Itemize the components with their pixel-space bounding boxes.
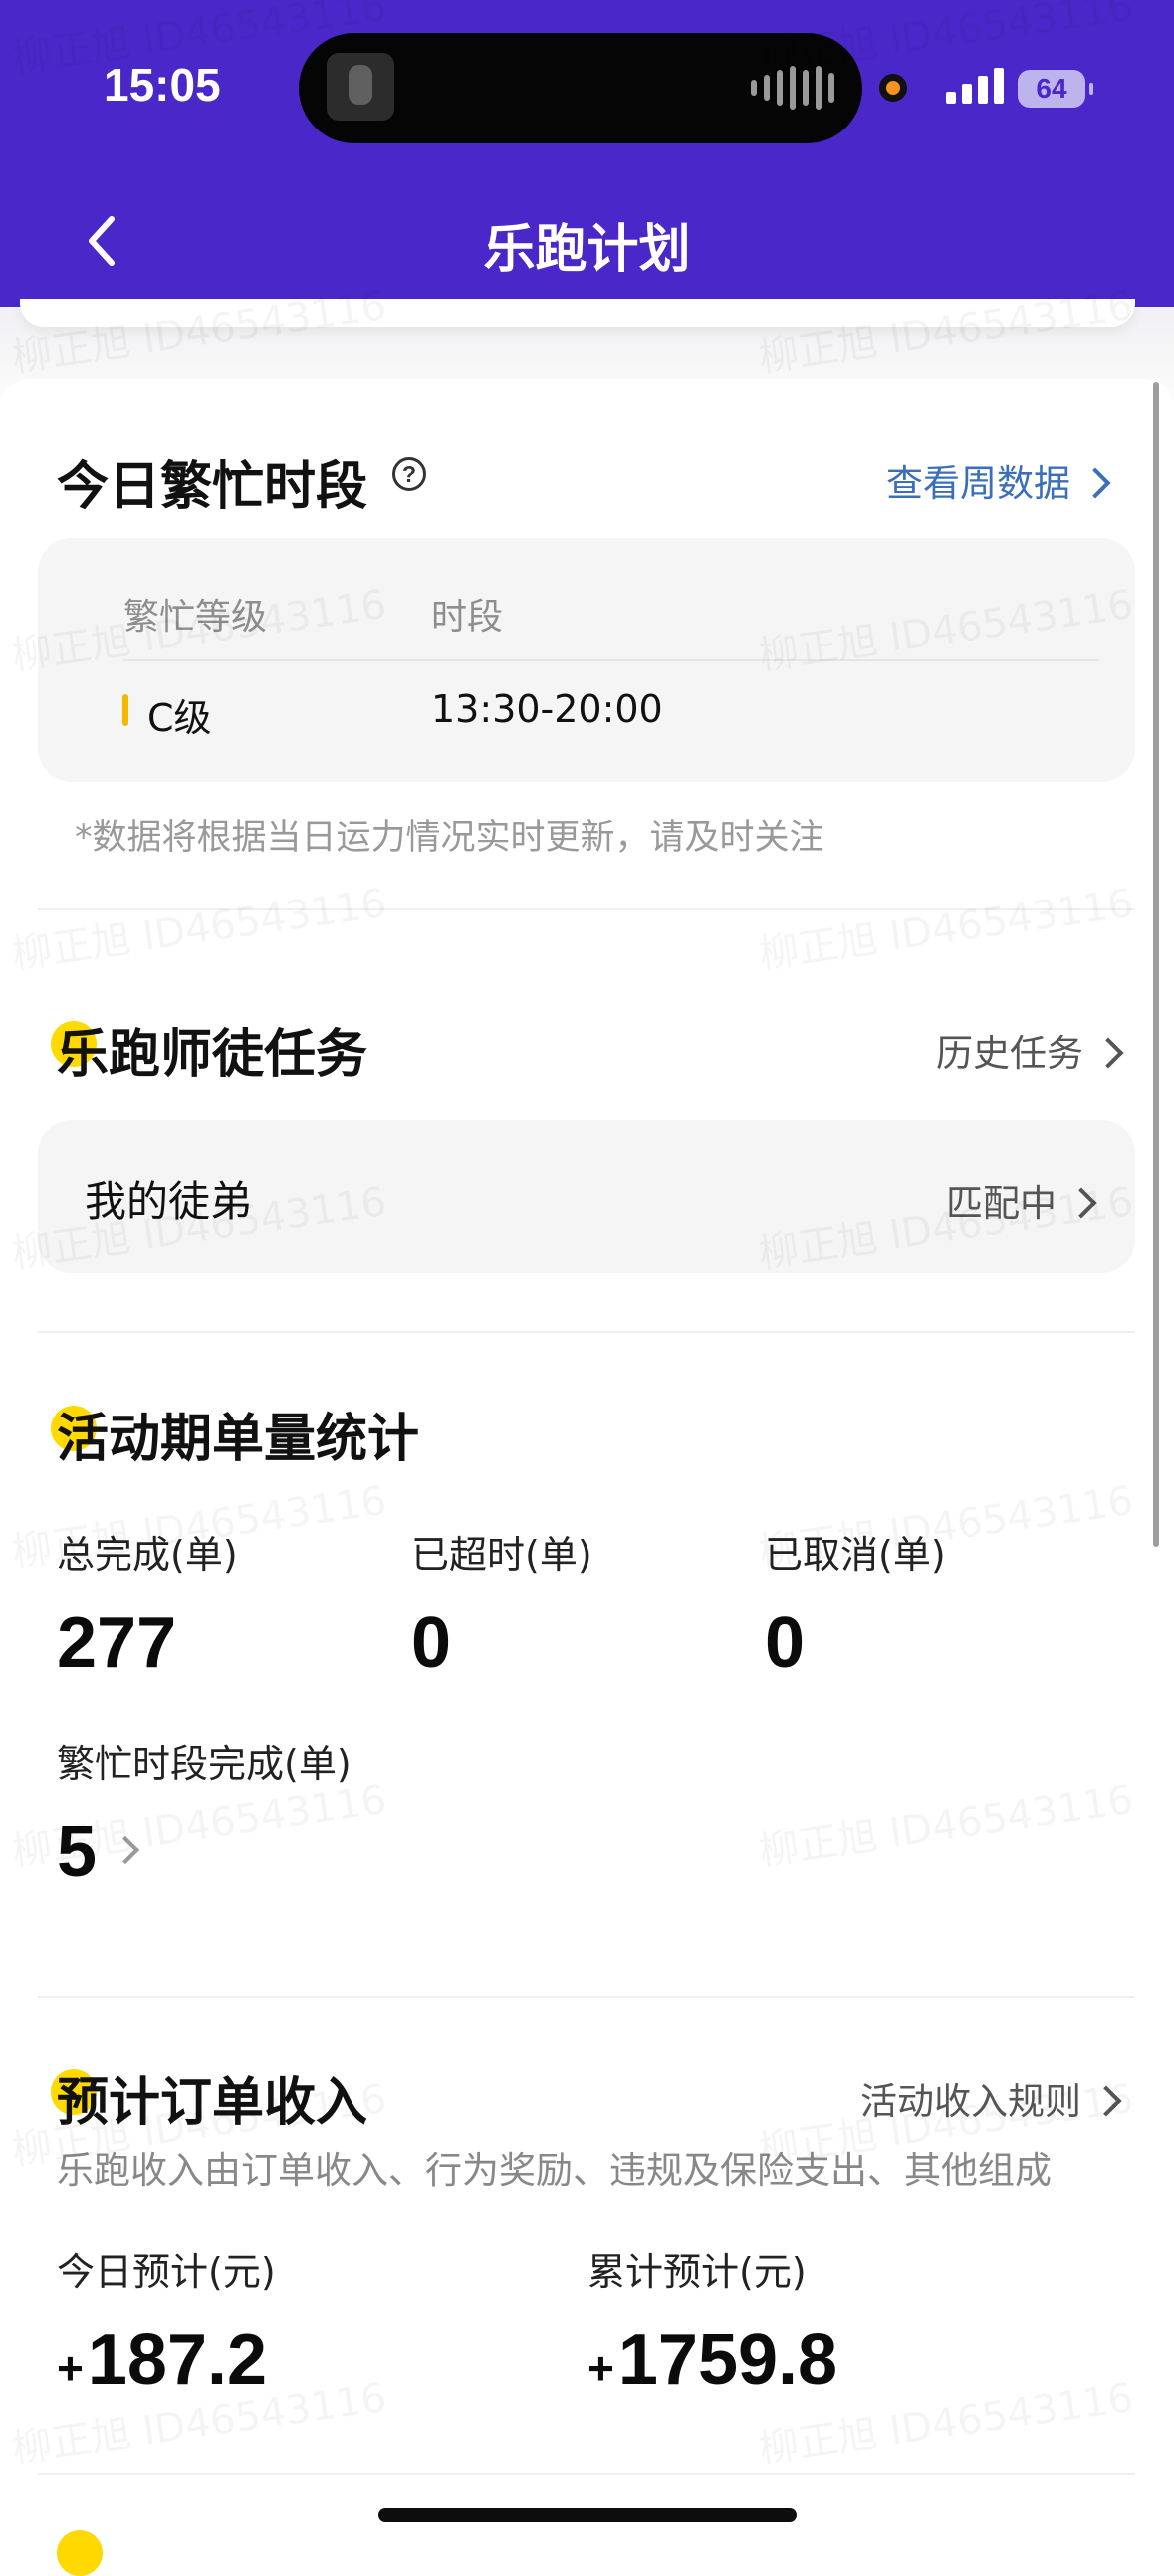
busy-level-value: C级 <box>147 696 212 740</box>
my-apprentice-label: 我的徒弟 <box>85 1177 253 1226</box>
section-divider <box>38 1331 1135 1333</box>
header-bar: 15:05 64 乐跑计划 <box>0 0 1174 307</box>
time-period-value: 13:30-20:00 <box>431 687 663 731</box>
title-accent: 活 <box>57 1410 110 1469</box>
income-title-text: 计订单收入 <box>109 2073 368 2133</box>
today-estimate-amount: 187.2 <box>87 2320 268 2400</box>
total-completed-label: 总完成(单) <box>57 1533 238 1577</box>
week-data-label: 查看周数据 <box>886 462 1070 505</box>
busy-period-title: 今日繁忙时段 <box>57 457 368 517</box>
mic-indicator-icon <box>879 74 907 102</box>
section-divider <box>38 2473 1135 2475</box>
total-estimate-amount: 1759.8 <box>617 2320 838 2400</box>
page-title: 乐跑计划 <box>483 220 691 280</box>
chevron-right-icon <box>1090 2084 1122 2117</box>
total-completed-value: 277 <box>57 1603 177 1682</box>
now-playing-thumbnail <box>327 53 394 121</box>
today-estimate-label: 今日预计(元) <box>57 2250 276 2294</box>
title-accent: 乐 <box>57 1025 110 1085</box>
time-period-header: 时段 <box>431 597 504 638</box>
timeout-value: 0 <box>411 1603 452 1682</box>
table-divider <box>123 659 1099 661</box>
history-task-label: 历史任务 <box>936 1032 1083 1075</box>
battery-icon: 64 <box>1018 70 1093 108</box>
income-rules-label: 活动收入规则 <box>860 2080 1081 2123</box>
mentor-task-title: 乐跑师徒任务 <box>57 1012 367 1087</box>
income-description: 乐跑收入由订单收入、行为奖励、违规及保险支出、其他组成 <box>57 2149 1052 2191</box>
total-estimate-label: 累计预计(元) <box>587 2250 807 2294</box>
scrollbar[interactable] <box>1153 382 1159 1547</box>
plus-sign: + <box>57 2342 84 2394</box>
audio-waveform-icon <box>751 65 834 111</box>
match-status-label: 匹配中 <box>946 1182 1057 1225</box>
cancelled-label: 已取消(单) <box>765 1533 946 1577</box>
top-card-edge <box>20 299 1135 327</box>
today-estimate-value: +187.2 <box>57 2319 267 2401</box>
dynamic-island <box>299 33 862 143</box>
section-divider <box>38 1996 1135 1998</box>
busy-completed-label: 繁忙时段完成(单) <box>57 1742 352 1786</box>
busy-completed-value[interactable]: 5 <box>57 1811 97 1893</box>
section-divider <box>38 908 1135 910</box>
total-estimate-value: +1759.8 <box>587 2319 837 2401</box>
match-status[interactable]: 匹配中 <box>946 1173 1097 1227</box>
question-circle-icon[interactable]: ? <box>392 457 426 491</box>
home-indicator[interactable] <box>378 2508 797 2522</box>
title-accent: 预 <box>57 2073 110 2133</box>
income-title: 预计订单收入 <box>57 2060 367 2135</box>
plus-sign: + <box>587 2342 614 2394</box>
timeout-label: 已超时(单) <box>411 1533 592 1577</box>
week-data-link[interactable]: 查看周数据 <box>886 453 1111 507</box>
status-time: 15:05 <box>104 59 221 111</box>
update-note: *数据将根据当日运力情况实时更新，请及时关注 <box>75 818 824 858</box>
level-marker <box>122 694 128 726</box>
order-stats-title: 活动期单量统计 <box>57 1397 419 1471</box>
busy-level-header: 繁忙等级 <box>123 597 268 638</box>
cancelled-value: 0 <box>765 1603 806 1682</box>
history-task-link[interactable]: 历史任务 <box>936 1023 1124 1077</box>
next-section-accent <box>57 2530 103 2576</box>
signal-icon <box>946 64 1004 104</box>
mentor-task-title-text: 跑师徒任务 <box>109 1025 368 1085</box>
chevron-right-icon <box>1092 1036 1124 1069</box>
income-rules-link[interactable]: 活动收入规则 <box>860 2071 1122 2125</box>
chevron-right-icon <box>1079 466 1111 499</box>
chevron-right-icon <box>1065 1186 1097 1219</box>
order-stats-title-text: 动期单量统计 <box>109 1410 420 1469</box>
